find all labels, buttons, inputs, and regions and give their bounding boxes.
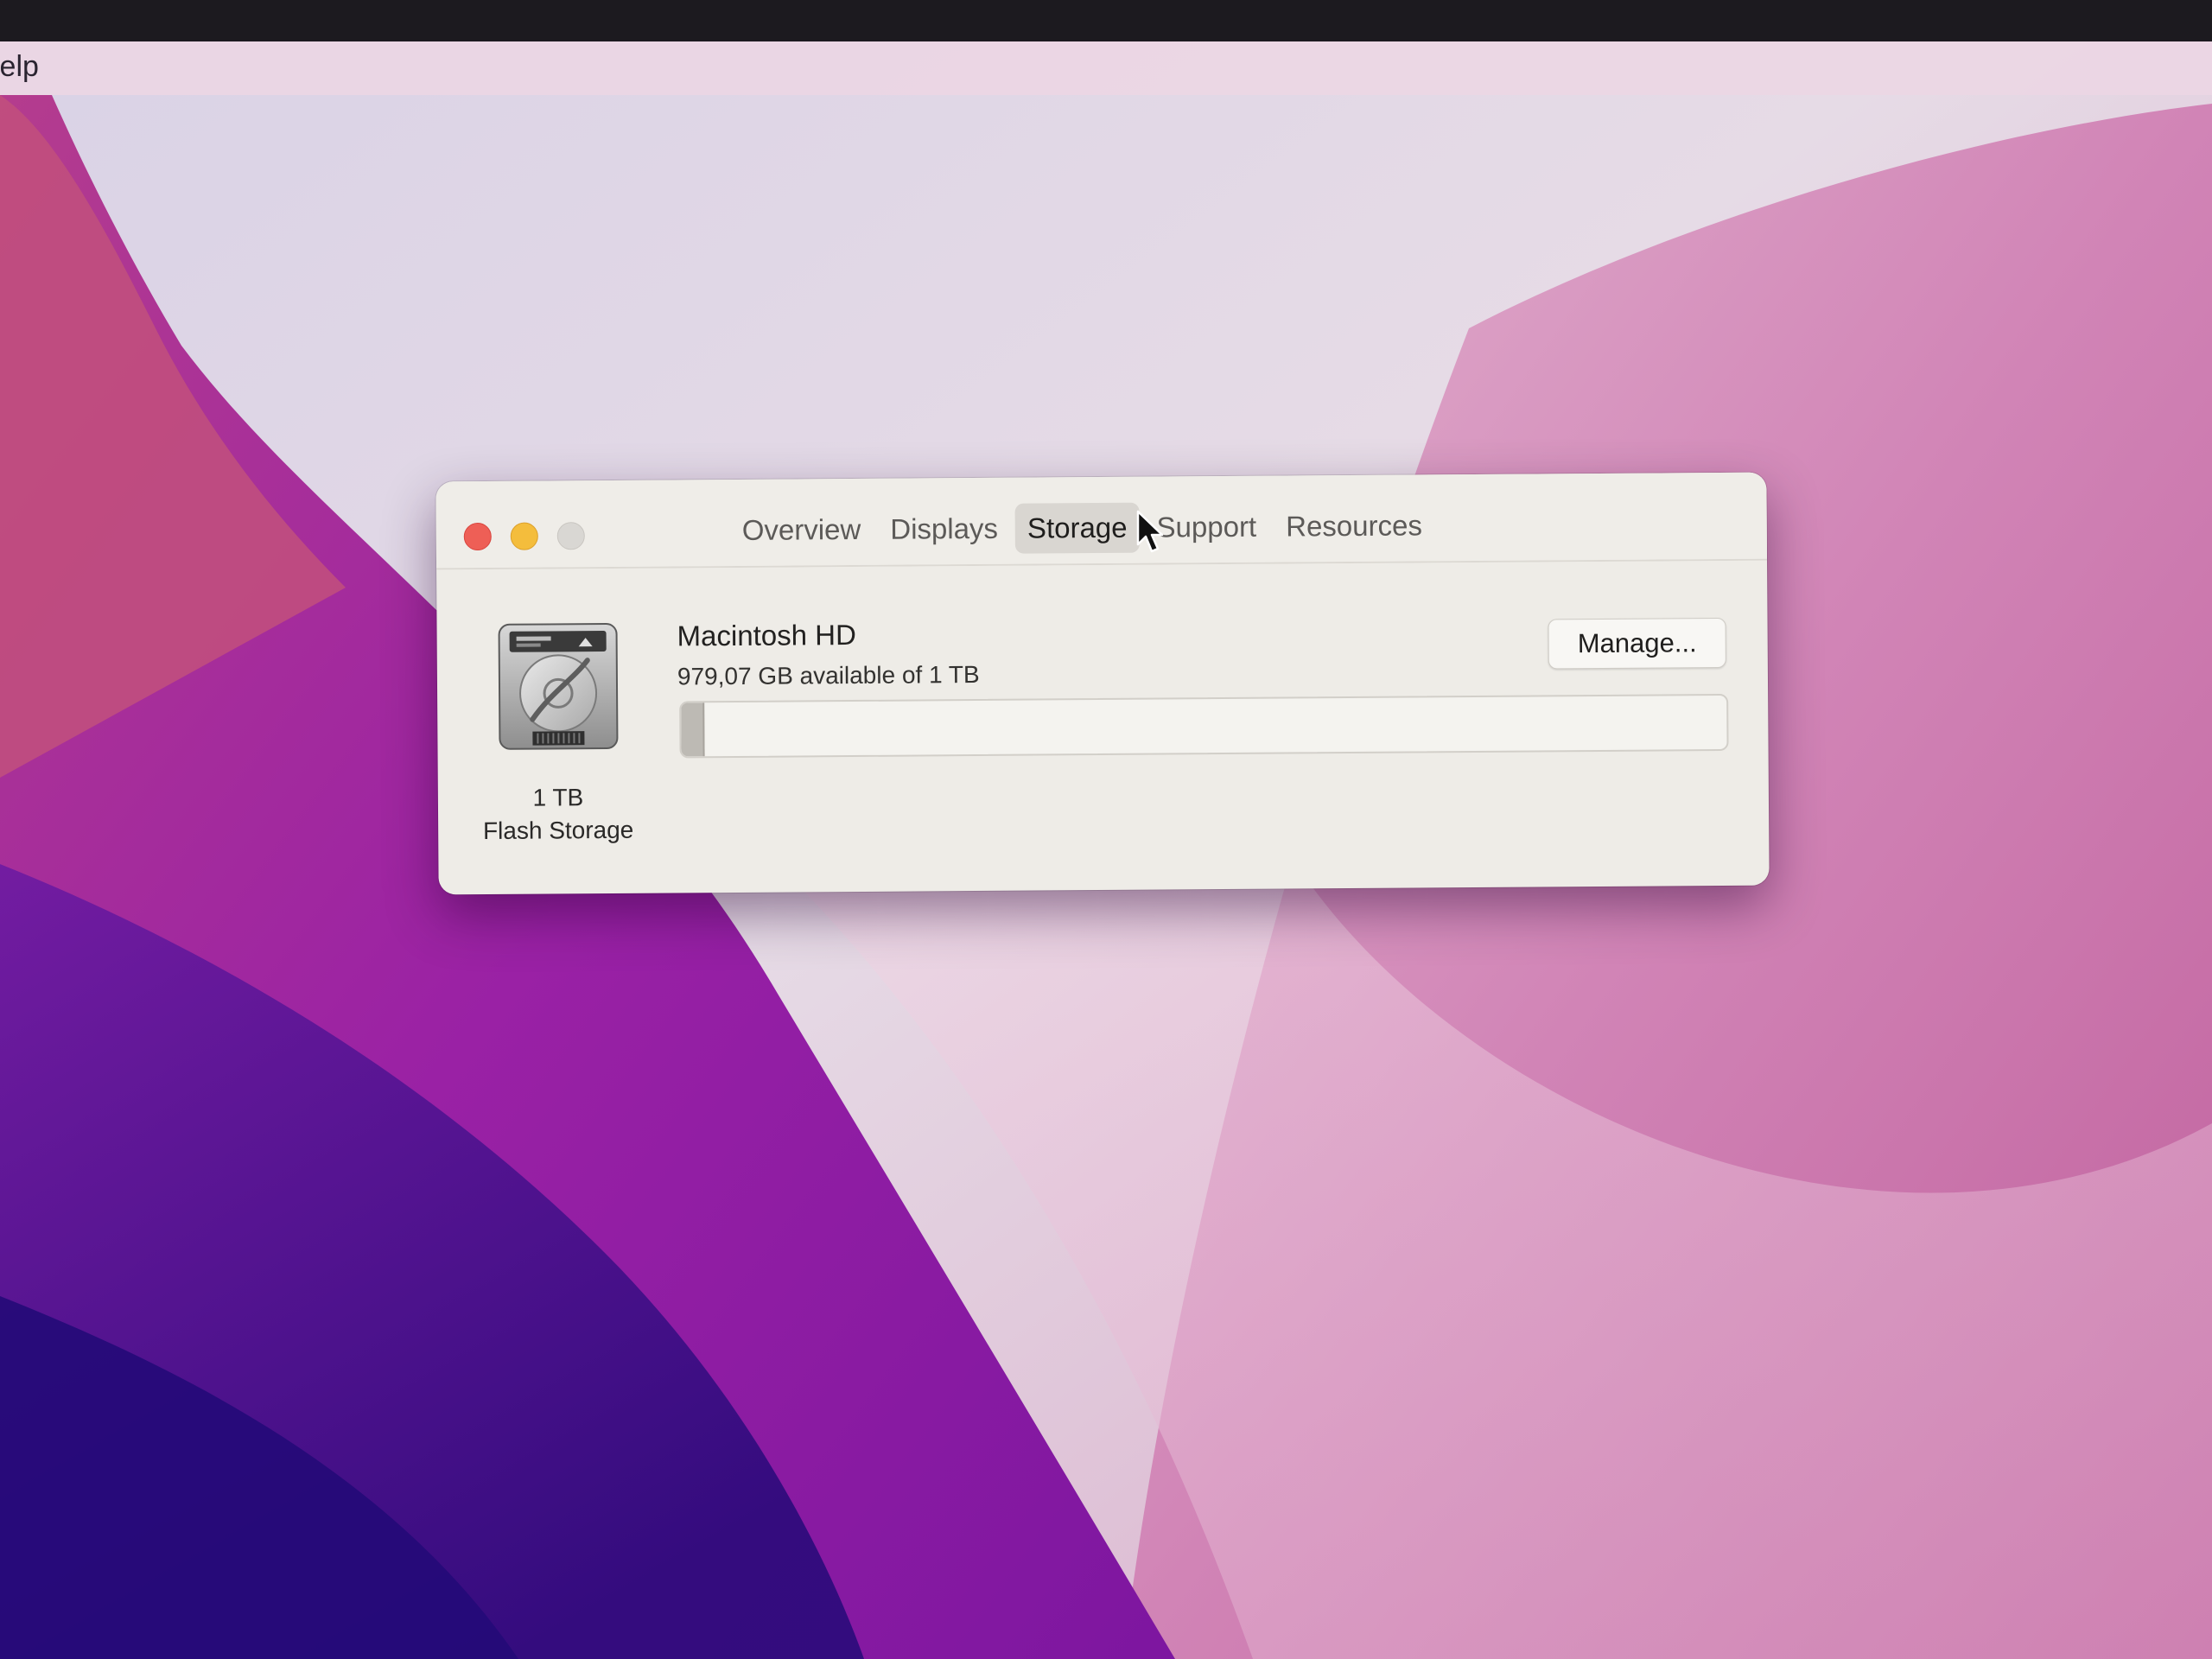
disk-type-label: Flash Storage <box>482 816 634 845</box>
tab-storage[interactable]: Storage <box>1014 502 1140 554</box>
minimize-button[interactable] <box>510 522 538 550</box>
storage-usage-bar <box>679 693 1729 759</box>
about-this-mac-window: Overview Displays Storage Support Resour… <box>435 472 1770 895</box>
hard-drive-icon <box>498 623 619 750</box>
disk-capacity-label: 1 TB <box>532 784 584 811</box>
mouse-pointer-icon <box>1136 510 1164 553</box>
disk-caption: 1 TB Flash Storage <box>459 781 658 849</box>
close-button[interactable] <box>463 522 492 551</box>
tab-displays[interactable]: Displays <box>878 504 1010 555</box>
window-titlebar[interactable]: Overview Displays Storage Support Resour… <box>435 472 1768 570</box>
menu-help[interactable]: lelp <box>0 50 39 84</box>
volume-name: Macintosh HD <box>677 618 856 652</box>
storage-usage-fill <box>681 702 705 757</box>
tab-overview[interactable]: Overview <box>730 505 874 556</box>
tab-bar: Overview Displays Storage Support Resour… <box>730 500 1435 556</box>
screen-bezel <box>0 0 2212 41</box>
tab-resources[interactable]: Resources <box>1274 500 1434 551</box>
zoom-button <box>556 522 585 550</box>
manage-button[interactable]: Manage... <box>1548 617 1726 670</box>
desktop: lelp Overview Displays Storage Support R… <box>0 0 2212 1659</box>
menu-bar: lelp <box>0 41 2212 95</box>
volume-availability: 979,07 GB available of 1 TB <box>677 660 980 690</box>
